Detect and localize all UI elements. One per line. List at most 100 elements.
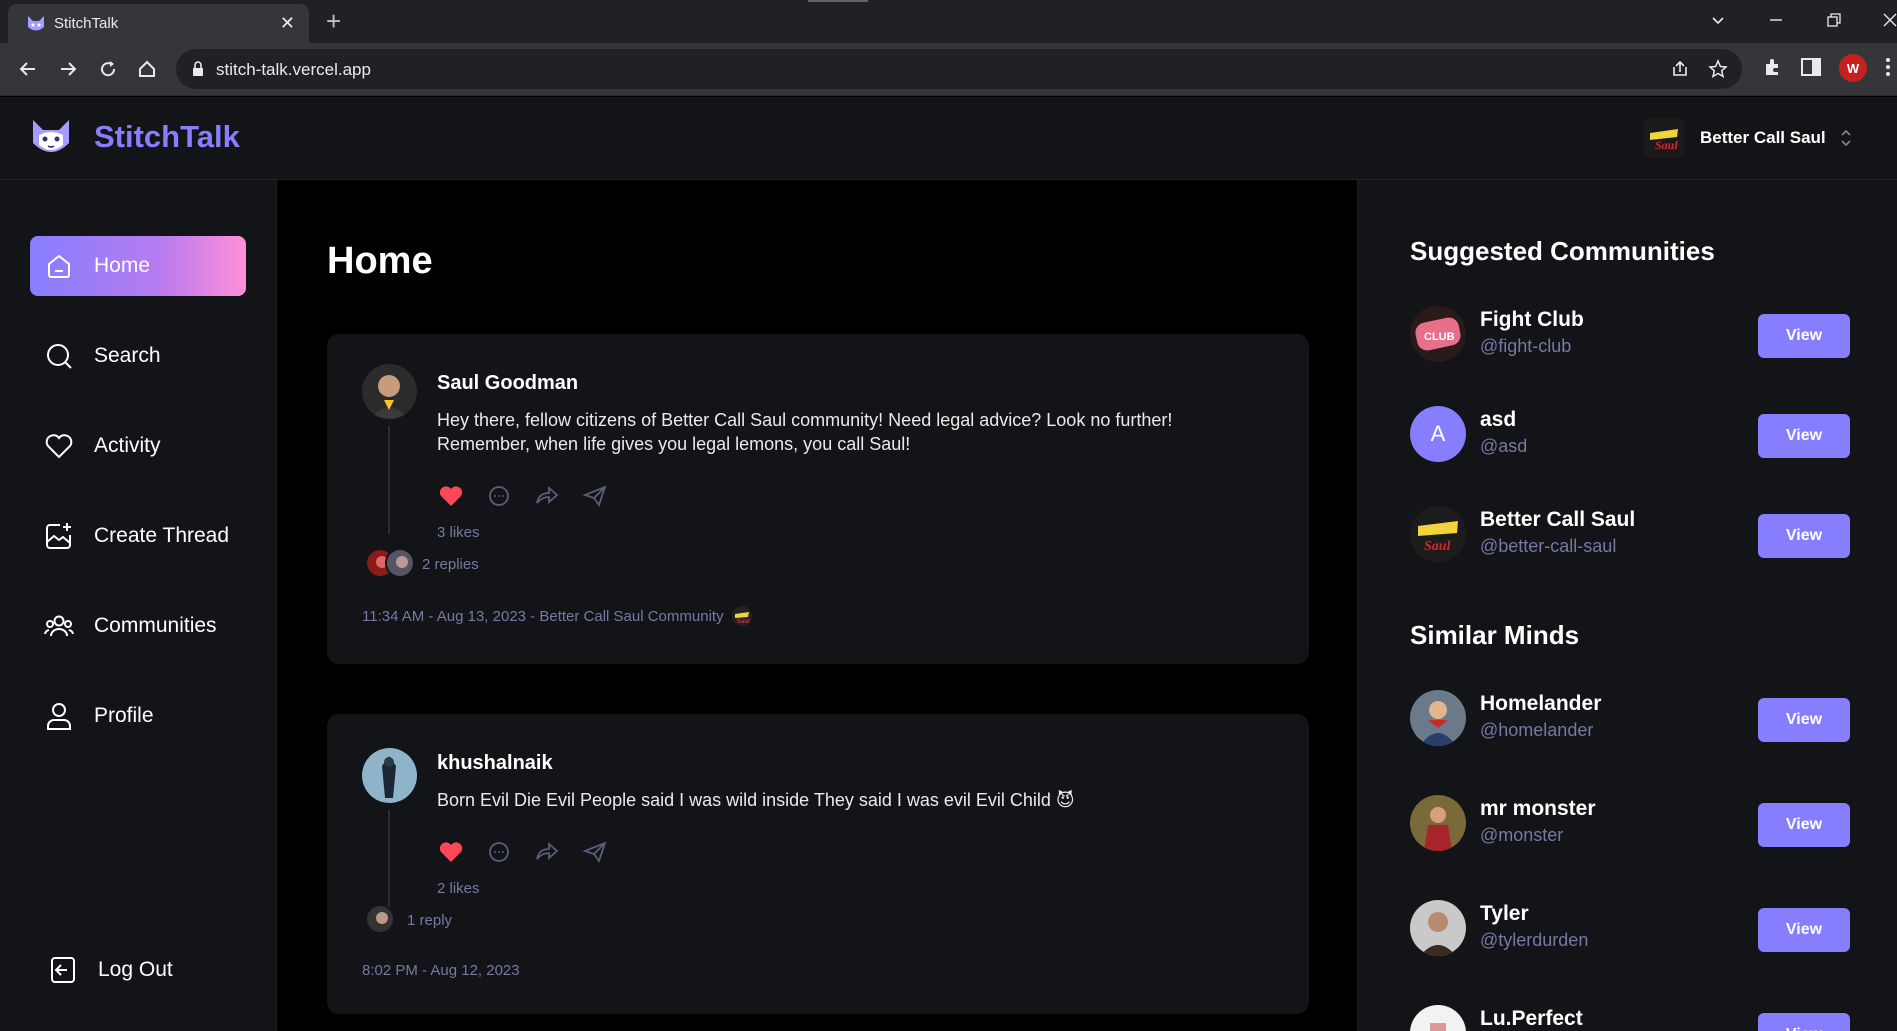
stitchtalk-favicon [28,16,44,31]
main-feed: Home Saul Goodman Hey there, fellow citi… [277,180,1357,1031]
logout-label: Log Out [98,958,173,981]
reply-count[interactable]: 1 reply [407,912,452,929]
browser-profile-avatar[interactable]: W [1839,54,1867,82]
user-handle: @homelander [1480,720,1594,740]
thread-author[interactable]: khushalnaik [437,752,553,775]
view-button[interactable]: View [1758,1013,1850,1031]
thread-timestamp[interactable]: 8:02 PM - Aug 12, 2023 [362,962,520,979]
tab-close-icon[interactable]: ✕ [280,13,295,34]
app-topbar: StitchTalk Saul Better Call Saul [0,97,1897,180]
reply-avatar [385,548,415,578]
close-window-icon[interactable] [1882,12,1897,28]
share-icon[interactable] [1670,59,1690,79]
sidebar-item-label: Communities [94,614,217,637]
view-button[interactable]: View [1758,908,1850,952]
user-avatar [1410,1005,1466,1031]
sidebar-item-profile[interactable]: Profile [30,686,246,746]
heart-filled-icon[interactable] [437,482,465,510]
community-avatar: CLUB [1410,306,1466,362]
thread-content: Born Evil Die Evil People said I was wil… [437,790,1075,810]
author-avatar[interactable] [362,364,417,419]
tab-title: StitchTalk [54,15,119,32]
heart-filled-icon[interactable] [437,838,465,866]
sidebar-item-communities[interactable]: Communities [30,596,246,656]
reply-count[interactable]: 2 replies [422,556,479,573]
sidebar-item-label: Profile [94,704,154,727]
home-browser-icon[interactable] [133,55,161,83]
thread-meta: 8:02 PM - Aug 12, 2023 [362,962,520,979]
user-name: Lu.Perfect [1480,1007,1583,1030]
reply-avatars [365,904,395,938]
view-button[interactable]: View [1758,314,1850,358]
tab-search-icon[interactable] [1710,12,1726,28]
community-card: Saul Better Call Saul @better-call-saul … [1410,506,1850,564]
address-bar[interactable]: stitch-talk.vercel.app [176,49,1742,89]
thread-actions [437,838,609,866]
thread-meta: 11:34 AM - Aug 13, 2023 - Better Call Sa… [362,606,752,626]
new-tab-button[interactable]: + [326,6,341,37]
view-button[interactable]: View [1758,514,1850,558]
browser-menu-icon[interactable] [1885,56,1891,78]
sidebar-item-create-thread[interactable]: Create Thread [30,506,246,566]
thread-author[interactable]: Saul Goodman [437,372,578,395]
sidebar-item-label: Search [94,344,161,367]
author-avatar[interactable] [362,748,417,803]
community-avatar: A [1410,406,1466,462]
community-name: Fight Club [1480,308,1584,331]
svg-text:CLUB: CLUB [1424,331,1455,343]
forward-icon[interactable] [54,55,82,83]
browser-tab[interactable]: StitchTalk ✕ [8,4,309,43]
view-button[interactable]: View [1758,414,1850,458]
view-button[interactable]: View [1758,698,1850,742]
user-avatar [1410,795,1466,851]
user-card: Homelander @homelander View [1410,690,1850,748]
repost-icon[interactable] [533,482,561,510]
sidebar-item-search[interactable]: Search [30,326,246,386]
back-icon[interactable] [14,55,42,83]
user-card: Lu.Perfect View [1410,1005,1850,1031]
minimize-icon[interactable] [1768,12,1784,28]
user-card: mr monster @monster View [1410,795,1850,853]
sidebar-item-label: Home [94,254,151,277]
user-name: mr monster [1480,797,1596,820]
user-name: Homelander [1480,692,1602,715]
community-switcher-logo: Saul [1644,118,1684,158]
repost-icon[interactable] [533,838,561,866]
restore-icon[interactable] [1826,12,1842,28]
svg-text:Saul: Saul [1424,539,1451,554]
thread-timestamp[interactable]: 11:34 AM - Aug 13, 2023 - Better Call Sa… [362,608,724,625]
reload-icon[interactable] [94,55,122,83]
browser-tabstrip: StitchTalk ✕ + [0,0,1897,43]
thread-line [388,426,390,534]
user-avatar [1410,900,1466,956]
thread-card: khushalnaik Born Evil Die Evil People sa… [327,714,1309,1014]
suggested-communities-title: Suggested Communities [1410,236,1715,266]
create-thread-icon [44,521,74,551]
sidebar-item-activity[interactable]: Activity [30,416,246,476]
right-sidebar: Suggested Communities CLUB Fight Club @f… [1357,180,1897,1031]
logout-button[interactable]: Log Out [34,940,250,1000]
community-switcher-name: Better Call Saul [1700,128,1826,147]
search-icon [44,341,74,371]
sidebar-item-label: Activity [94,434,161,457]
user-card: Tyler @tylerdurden View [1410,900,1850,958]
extensions-icon[interactable] [1762,56,1784,78]
community-handle: @fight-club [1480,336,1572,356]
browser-toolbar: stitch-talk.vercel.app W [0,43,1897,96]
community-handle: @asd [1480,436,1528,456]
share-icon[interactable] [581,482,609,510]
brand-name[interactable]: StitchTalk [94,119,240,155]
bookmark-star-icon[interactable] [1708,59,1728,79]
communities-icon [44,611,74,641]
view-button[interactable]: View [1758,803,1850,847]
sidebar-item-home[interactable]: Home [30,236,246,296]
side-panel-icon[interactable] [1800,56,1822,78]
community-badge-icon[interactable]: Saul [731,606,752,626]
reply-icon[interactable] [485,482,513,510]
home-icon [44,251,74,281]
community-switcher[interactable]: Saul Better Call Saul [1644,117,1852,159]
reply-icon[interactable] [485,838,513,866]
stitchtalk-logo[interactable] [30,117,72,159]
share-icon[interactable] [581,838,609,866]
sidebar-item-label: Create Thread [94,524,230,547]
